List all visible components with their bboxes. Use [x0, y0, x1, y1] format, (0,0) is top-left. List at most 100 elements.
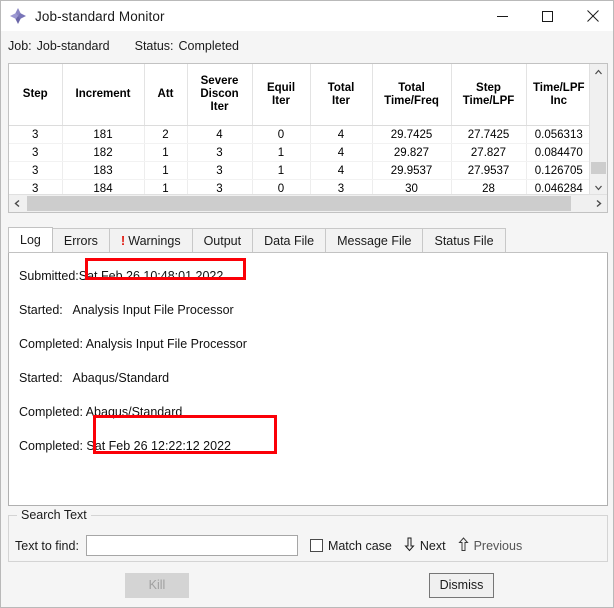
table-column-header[interactable]: Equil Iter [252, 64, 311, 126]
search-group-legend: Search Text [17, 508, 91, 522]
abaqus-diamond-icon [9, 7, 27, 25]
table-header-row: Step Increment Att Severe Discon Iter Equil Ite… [9, 64, 591, 126]
log-line: Submitted: Sat Feb 26 10:48:01 2022 [19, 259, 597, 293]
table-cell: 2 [144, 125, 188, 144]
table-column-header[interactable]: Att [144, 64, 188, 126]
chevron-left-icon[interactable] [9, 195, 26, 212]
log-line-value: Abaqus/Standard [82, 404, 183, 419]
table-cell: 0.056313 [526, 125, 591, 144]
tab-label: Message File [337, 233, 412, 248]
find-previous-button[interactable]: Previous [457, 536, 523, 555]
log-line-key: Submitted: [19, 268, 79, 283]
table-cell: 181 [62, 125, 145, 144]
table-row[interactable]: 3 182 1 3 1 4 29.827 27.827 0.084470 [9, 143, 591, 162]
log-line-value: Analysis Input File Processor [62, 302, 234, 317]
tab-label: Log [20, 233, 41, 247]
table-cell: 27.827 [451, 143, 527, 162]
log-line: Completed: Abaqus/Standard [19, 395, 597, 429]
table-cell: 3 [9, 125, 63, 144]
log-panel[interactable]: Submitted: Sat Feb 26 10:48:01 2022 Starte… [8, 253, 608, 506]
log-line-key: Started: [19, 370, 63, 385]
table-cell: 1 [144, 161, 188, 180]
table-scroll-area: Step Increment Att Severe Discon Iter Equil Ite… [9, 64, 591, 196]
table-row[interactable]: 3 183 1 3 1 4 29.9537 27.9537 0.126705 [9, 161, 591, 180]
tab-label: Data File [264, 233, 315, 248]
window-title: Job-standard Monitor [35, 8, 165, 24]
warning-exclamation-icon: ! [120, 233, 126, 248]
arrow-up-icon [457, 536, 469, 555]
table-cell: 29.7425 [372, 125, 452, 144]
log-line: Started: Analysis Input File Processor [19, 293, 597, 327]
tab-output[interactable]: Output [191, 228, 254, 252]
kill-button[interactable]: Kill [125, 573, 189, 598]
table-cell: 3 [187, 161, 253, 180]
job-status-line: Job: Job-standard Status: Completed [1, 31, 613, 61]
find-next-label: Next [419, 538, 446, 553]
table-cell: 27.9537 [451, 161, 527, 180]
log-line-key: Completed: [19, 336, 83, 351]
table-cell: 29.827 [372, 143, 452, 162]
table-cell: 3 [9, 143, 63, 162]
match-case-checkbox[interactable]: Match case [309, 539, 392, 553]
find-next-button[interactable]: Next [404, 537, 446, 555]
checkbox-box-icon[interactable] [309, 539, 323, 552]
table-cell: 3 [187, 143, 253, 162]
log-line: Completed: Sat Feb 26 12:22:12 2022 [19, 429, 597, 463]
status-label: Status: [134, 39, 174, 53]
table-column-header[interactable]: Time/LPF Inc [526, 64, 591, 126]
table-row[interactable]: 3 181 2 4 0 4 29.7425 27.7425 0.056313 [9, 125, 591, 144]
text-to-find-label: Text to find: [15, 538, 79, 553]
table-column-header[interactable]: Step Time/LPF [451, 64, 527, 126]
tab-data-file[interactable]: Data File [252, 228, 327, 252]
close-button[interactable] [570, 1, 613, 31]
log-content: Submitted: Sat Feb 26 10:48:01 2022 Starte… [9, 253, 607, 463]
table-cell: 4 [310, 143, 373, 162]
table-cell: 0 [252, 125, 311, 144]
tab-message-file[interactable]: Message File [325, 228, 424, 252]
title-bar: Job-standard Monitor [1, 1, 613, 31]
tab-errors[interactable]: Errors [51, 228, 110, 252]
table-cell: 0.084470 [526, 143, 591, 162]
maximize-button[interactable] [525, 1, 570, 31]
job-value: Job-standard [36, 39, 110, 53]
tab-status-file[interactable]: Status File [422, 228, 506, 252]
table-cell: 4 [310, 125, 373, 144]
tab-warnings[interactable]: ! Warnings [108, 228, 193, 252]
table-cell: 27.7425 [451, 125, 527, 144]
vertical-scroll-thumb[interactable] [591, 162, 606, 174]
table-vertical-scrollbar[interactable] [589, 64, 607, 196]
chevron-right-icon[interactable] [590, 195, 607, 212]
search-input[interactable] [85, 535, 298, 556]
increment-table: Step Increment Att Severe Discon Iter Equil Ite… [9, 64, 591, 196]
table-column-header[interactable]: Severe Discon Iter [187, 64, 253, 126]
search-text-group: Search Text Text to find: Match case Nex… [8, 508, 608, 562]
table-cell: 182 [62, 143, 145, 162]
table-column-header[interactable]: Total Time/Freq [372, 64, 452, 126]
footer-bar: Kill Dismiss [1, 568, 613, 607]
table-column-header[interactable]: Total Iter [310, 64, 373, 126]
increment-table-panel: Step Increment Att Severe Discon Iter Equil Ite… [8, 63, 608, 213]
table-cell: 4 [310, 161, 373, 180]
log-line: Completed: Analysis Input File Processor [19, 327, 597, 361]
dismiss-button[interactable]: Dismiss [429, 573, 494, 598]
table-horizontal-scrollbar[interactable] [9, 194, 607, 212]
table-cell: 4 [187, 125, 253, 144]
horizontal-scroll-thumb[interactable] [27, 196, 571, 211]
table-column-header[interactable]: Step [9, 64, 63, 126]
tab-label: Warnings [128, 233, 181, 248]
job-label: Job: [8, 39, 32, 53]
chevron-up-icon[interactable] [590, 64, 607, 81]
table-cell: 29.9537 [372, 161, 452, 180]
log-line-key: Completed: [19, 438, 83, 453]
table-column-header[interactable]: Increment [62, 64, 145, 126]
job-monitor-window: Job-standard Monitor Job: Job-standard S… [0, 0, 614, 608]
status-value: Completed [178, 39, 239, 53]
window-controls [480, 1, 613, 31]
tab-label: Errors [63, 233, 98, 248]
tab-log[interactable]: Log [8, 227, 53, 252]
table-cell: 183 [62, 161, 145, 180]
find-previous-label: Previous [473, 538, 523, 553]
search-row: Text to find: Match case Next Previous [15, 535, 613, 556]
minimize-button[interactable] [480, 1, 525, 31]
table-cell: 0.126705 [526, 161, 591, 180]
